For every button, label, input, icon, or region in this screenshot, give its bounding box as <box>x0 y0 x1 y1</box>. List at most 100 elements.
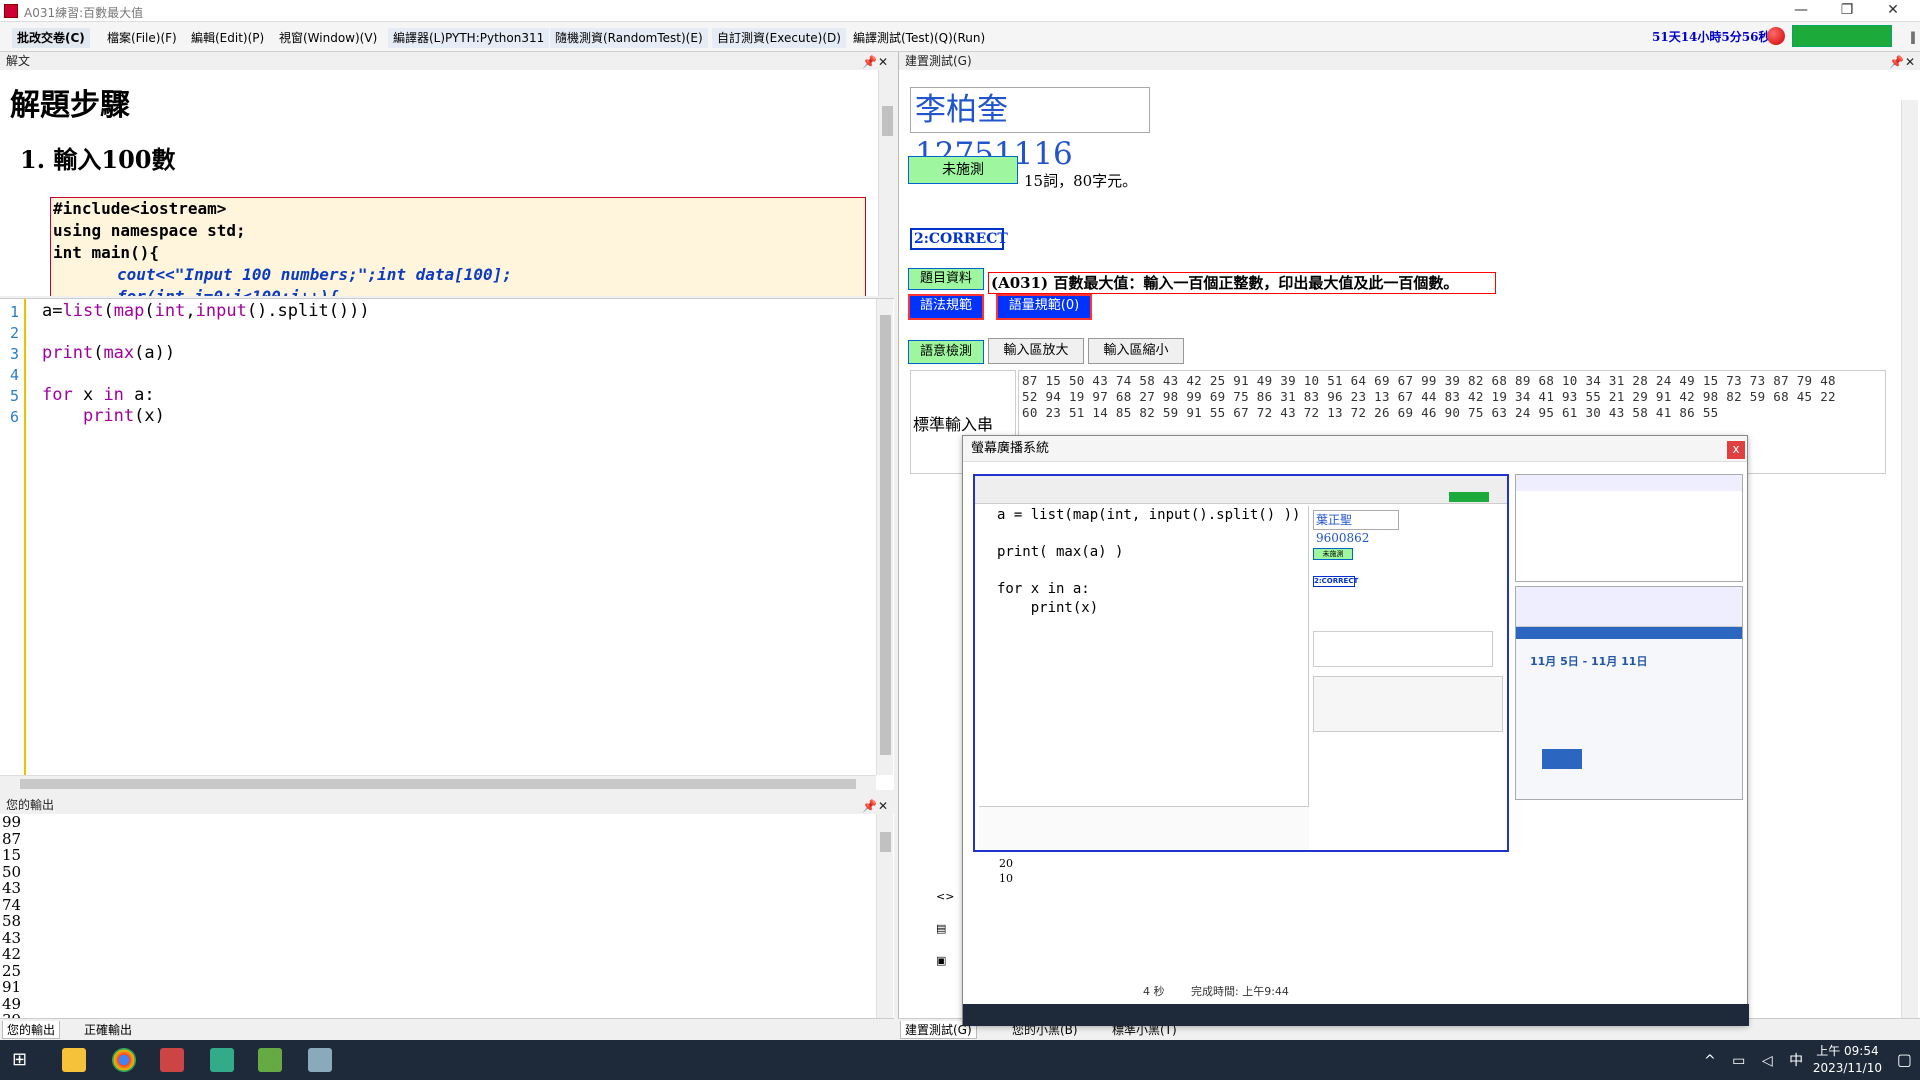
output-tabs: 您的輸出 正確輸出 <box>0 1018 894 1039</box>
side-strip: <> ▤ ▣ <box>910 480 970 1020</box>
document-icon[interactable]: ▤ <box>936 922 946 935</box>
menu-edit[interactable]: 編輯(Edit)(P) <box>186 28 269 48</box>
code-line: for(int i=0;i<100;i++){ <box>53 286 865 296</box>
solution-code-box: #include<iostream> using namespace std; … <box>50 197 866 296</box>
countdown-timer: 51天14小時5分56秒 <box>1652 30 1771 44</box>
code-editor[interactable]: 1 2 3 4 5 6 a=list(map(int,input().split… <box>0 298 894 791</box>
close-icon[interactable]: ✕ <box>1905 53 1915 71</box>
elapsed-time: 4 秒 <box>1143 985 1165 998</box>
terminal-icon[interactable]: ▣ <box>936 954 946 967</box>
solution-step: 1. 輸入100數 <box>20 145 176 174</box>
solution-scrollbar[interactable] <box>878 70 895 296</box>
mini-editor: a = list(map(int, input().split() )) pri… <box>979 506 1309 806</box>
solution-document: 解題步驟 1. 輸入100數 #include<iostream> using … <box>0 70 878 296</box>
editor-hscrollbar[interactable] <box>0 775 876 791</box>
taskbar: ⊞ ^ ▭ ◁ 中 上午 09:54 2023/11/10 ▢ <box>0 1040 1920 1080</box>
app-icon <box>4 4 18 18</box>
build-panel-title: 建置測試(G) <box>905 54 972 68</box>
shrink-input-button[interactable]: 輸入區縮小 <box>1088 338 1184 364</box>
output-panel-title: 您的輸出 <box>6 798 55 812</box>
pin-icon[interactable]: 📌 <box>862 53 877 71</box>
close-icon[interactable]: ✕ <box>878 53 888 71</box>
mini-result: 2:CORRECT <box>1313 576 1359 587</box>
notification-icon[interactable]: ▢ <box>1897 1050 1912 1069</box>
menu-compile-run[interactable]: 編譯測試(Test)(Q)(Run) <box>848 28 990 48</box>
menu-compiler[interactable]: 編譯器(L)PYTH:Python311 <box>388 28 550 48</box>
broadcast-title: 螢幕廣播系統 <box>971 441 1050 456</box>
menu-custom-test[interactable]: 自訂測資(Execute)(D) <box>712 28 846 48</box>
status-indicator <box>1792 25 1892 47</box>
code-line: using namespace std; <box>53 221 246 240</box>
enlarge-input-button[interactable]: 輸入區放大 <box>988 338 1084 364</box>
build-scrollbar[interactable] <box>1901 100 1918 1018</box>
mini-status: 未施測 <box>1313 548 1353 560</box>
notepad-icon[interactable] <box>258 1048 282 1072</box>
file-explorer-icon[interactable] <box>62 1048 86 1072</box>
stdin-numbers: 87 15 50 43 74 58 43 42 25 91 49 39 10 5… <box>1022 373 1836 420</box>
close-icon[interactable]: ✕ <box>878 797 888 815</box>
title-bar: A031練習:百數最大值 — ❐ ✕ <box>0 0 1920 22</box>
clock[interactable]: 上午 09:54 2023/11/10 <box>1813 1043 1882 1077</box>
maximize-button[interactable]: ❐ <box>1824 0 1870 22</box>
broadcast-header: 螢幕廣播系統 x <box>963 436 1747 462</box>
pin-icon[interactable]: 📌 <box>1889 53 1904 71</box>
screen-broadcast-window: 螢幕廣播系統 x a = list(map(int, input().split… <box>962 435 1749 1026</box>
problem-description: (A031) 百數最大值：輸入一百個正整數，印出最大值及此一百個數。 <box>988 272 1496 294</box>
code-line: cout<<"Input 100 numbers;";int data[100]… <box>117 265 512 284</box>
system-tray[interactable]: ^ ▭ ◁ 中 <box>1704 1050 1809 1070</box>
broadcast-screen-ide: a = list(map(int, input().split() )) pri… <box>973 474 1509 852</box>
solution-heading: 解題步驟 <box>10 88 130 123</box>
result-badge: 2:CORRECT <box>910 228 1008 250</box>
mini-output: 20 10 <box>999 857 1013 885</box>
start-icon[interactable]: ⊞ <box>12 1048 36 1072</box>
syntax-rule-button[interactable]: 語法規範 <box>908 294 984 320</box>
app-icon[interactable] <box>160 1048 184 1072</box>
menu-submit[interactable]: 批改交卷(C) <box>12 28 90 48</box>
pin-icon[interactable]: 📌 <box>862 797 877 815</box>
semantic-check-button[interactable]: 語意檢測 <box>908 340 984 364</box>
menu-random-test[interactable]: 隨機測資(RandomTest)(E) <box>550 28 708 48</box>
app-icon[interactable] <box>210 1048 234 1072</box>
line-gutter: 1 2 3 4 5 6 <box>0 299 26 779</box>
chrome-icon[interactable] <box>112 1048 136 1072</box>
output-scrollbar[interactable] <box>876 814 893 1018</box>
tab-correct-output[interactable]: 正確輸出 <box>80 1021 136 1038</box>
code-line: #include<iostream> <box>53 199 227 218</box>
broadcast-close-button[interactable]: x <box>1727 441 1745 459</box>
tab-your-output[interactable]: 您的輸出 <box>2 1021 61 1039</box>
word-count: 15詞，80字元。 <box>1024 172 1138 190</box>
apple-icon <box>1767 27 1785 45</box>
window-title: A031練習:百數最大值 <box>24 6 144 20</box>
editor-line-5: for x in a: <box>42 385 155 405</box>
problem-data-button[interactable]: 題目資料 <box>908 268 984 290</box>
student-name: 李柏奎12751116 <box>910 87 1150 172</box>
broadcast-screen-browser: 11月 5日 - 11月 11日 <box>1515 586 1743 800</box>
status-button[interactable]: 未施測 <box>908 156 1018 184</box>
close-button[interactable]: ✕ <box>1870 0 1916 22</box>
menu-window[interactable]: 視窗(Window)(V) <box>274 28 382 48</box>
build-panel-header: 建置測試(G) 📌 ✕ <box>899 52 1920 70</box>
done-time: 完成時間: 上午9:44 <box>1191 985 1289 998</box>
menu-bar: 批改交卷(C) 檔案(File)(F) 編輯(Edit)(P) 視窗(Windo… <box>0 22 1920 52</box>
mini-taskbar <box>963 1004 1749 1026</box>
menu-file[interactable]: 檔案(File)(F) <box>102 28 182 48</box>
output-panel-header: 您的輸出 📌 ✕ <box>0 796 894 814</box>
mini-student-name: 葉正聖9600862 <box>1313 510 1399 545</box>
course-week: 11月 5日 - 11月 11日 <box>1530 655 1648 668</box>
editor-line-1: a=list(map(int,input().split())) <box>42 301 370 321</box>
minimize-button[interactable]: — <box>1778 0 1824 22</box>
code-icon[interactable]: <> <box>936 890 954 903</box>
solution-panel-header: 解文 📌 ✕ <box>0 52 894 70</box>
output-list: 998715 504374 584342 259149 39 <box>2 813 22 1028</box>
output-panel: 您的輸出 📌 ✕ 998715 504374 584342 259149 39 <box>0 796 894 1028</box>
editor-line-6: print(x) <box>82 406 165 426</box>
code-line: int main(){ <box>53 243 159 262</box>
app-icon[interactable] <box>308 1048 332 1072</box>
solution-panel-title: 解文 <box>6 54 31 68</box>
overflow-icon[interactable]: ‖ <box>1910 30 1916 44</box>
editor-line-3: print(max(a)) <box>42 343 176 363</box>
quantity-rule-button[interactable]: 語量規範(0) <box>996 294 1092 320</box>
stdin-label: 標準輸入串 <box>913 415 994 434</box>
broadcast-screen-explorer <box>1515 474 1743 582</box>
editor-scrollbar[interactable] <box>876 299 893 775</box>
